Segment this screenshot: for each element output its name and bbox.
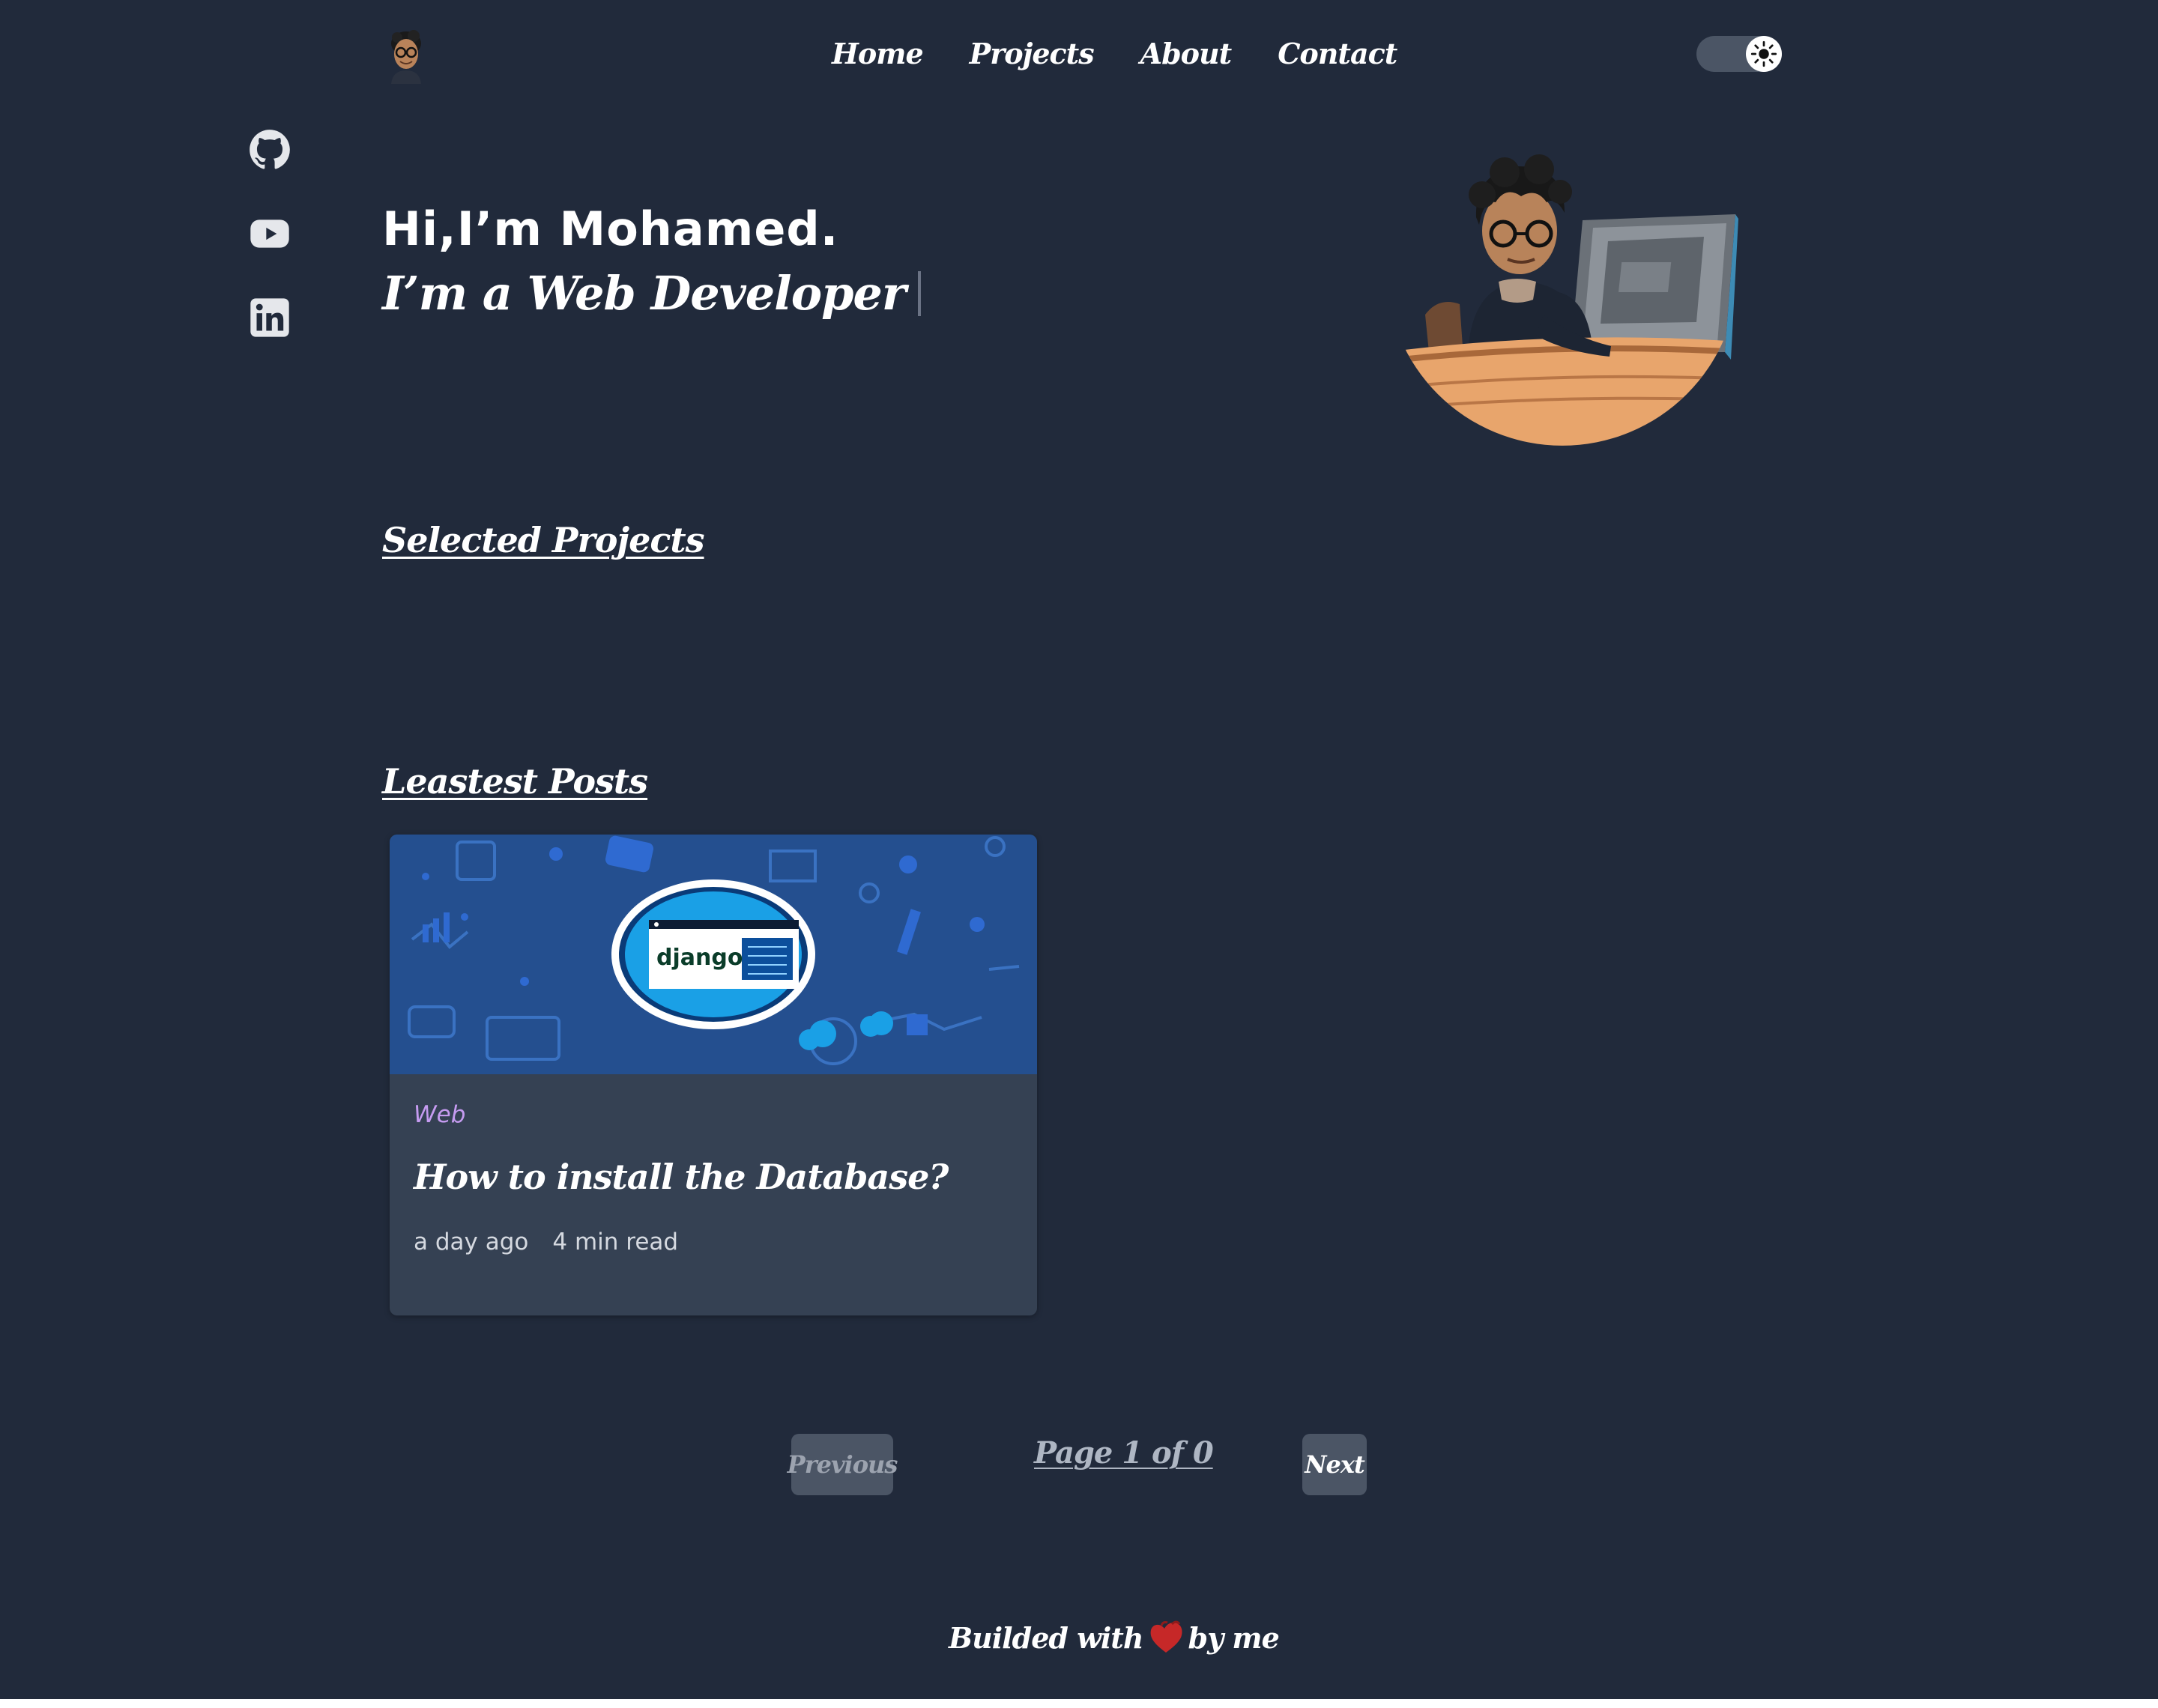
page: Home Projects About Contact Hi,I’m Moham…	[0, 0, 2158, 1699]
nav-projects-link[interactable]: Projects	[970, 31, 1095, 76]
next-button[interactable]: Next	[1302, 1434, 1367, 1495]
footer: Builded with by me	[949, 1618, 1280, 1657]
typing-caret	[917, 271, 921, 316]
selected-projects-heading: Selected Projects	[382, 520, 705, 560]
post-meta: a day ago 4 min read	[414, 1229, 678, 1256]
post-card[interactable]: django Web How to install the Database? …	[390, 835, 1037, 1315]
theme-toggle[interactable]	[1696, 36, 1782, 72]
post-thumbnail: django	[390, 835, 1037, 1074]
latest-posts-heading: Leastest Posts	[382, 761, 648, 802]
post-category[interactable]: Web	[414, 1101, 465, 1128]
youtube-icon[interactable]	[249, 213, 291, 255]
post-title[interactable]: How to install the Database?	[414, 1157, 949, 1197]
heart-icon	[1150, 1620, 1182, 1653]
hero-greeting: Hi,I’m Mohamed.	[382, 202, 839, 256]
hero-role: I’m a Web Developer	[382, 264, 921, 324]
developer-avatar-illustration	[1386, 150, 1738, 449]
page-bottom-edge	[0, 1699, 2158, 1708]
nav-home-link[interactable]: Home	[832, 31, 924, 76]
hero-role-text: I’m a Web Developer	[382, 266, 907, 321]
footer-text-after: by me	[1188, 1620, 1280, 1655]
nav-contact-link[interactable]: Contact	[1278, 31, 1397, 76]
thumbnail-logo-text: django	[656, 945, 743, 971]
linkedin-icon[interactable]	[249, 297, 291, 339]
post-date: a day ago	[414, 1229, 529, 1256]
main-nav: Home Projects About Contact	[832, 31, 1397, 76]
logo-avatar[interactable]	[384, 27, 429, 84]
footer-text-before: Builded with	[949, 1620, 1143, 1655]
page-indicator: Page 1 of 0	[1034, 1435, 1214, 1471]
github-icon[interactable]	[249, 129, 291, 171]
nav-about-link[interactable]: About	[1140, 31, 1233, 76]
post-read-time: 4 min read	[552, 1229, 679, 1256]
previous-button[interactable]: Previous	[788, 1434, 898, 1495]
sun-icon	[1746, 36, 1782, 72]
